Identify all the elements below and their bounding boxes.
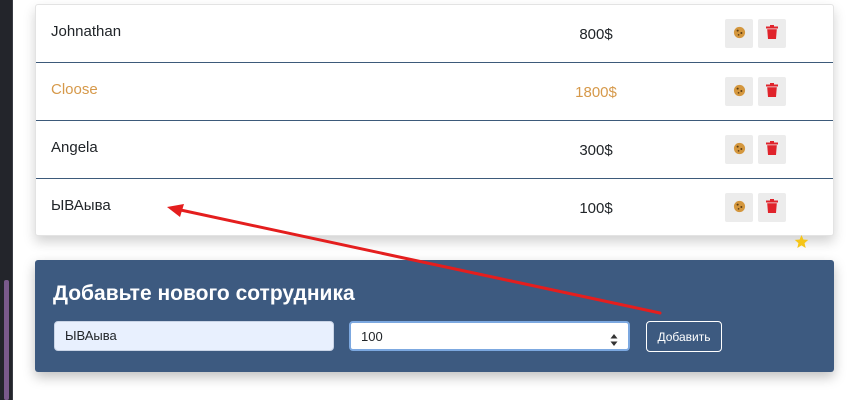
employee-name[interactable]: Johnathan — [51, 23, 121, 40]
trash-icon — [766, 199, 778, 216]
trash-icon — [766, 141, 778, 158]
add-employee-form: Добавьте нового сотрудника ЫВАыва 100 До… — [35, 260, 834, 372]
star-icon — [794, 234, 809, 254]
trash-icon — [766, 83, 778, 100]
employee-salary: 800$ — [579, 26, 613, 43]
name-input-value: ЫВАыва — [65, 328, 117, 343]
name-input[interactable]: ЫВАыва — [54, 321, 334, 351]
strip-scrollbar[interactable] — [4, 280, 9, 400]
add-button[interactable]: Добавить — [646, 321, 722, 352]
list-item: Johnathan 800$ — [36, 5, 833, 63]
trash-icon — [766, 25, 778, 42]
employee-list: Johnathan 800$ Cloose 1800$ Angela 300$ … — [35, 4, 834, 236]
delete-button[interactable] — [758, 135, 786, 164]
form-title: Добавьте нового сотрудника — [53, 282, 355, 305]
cookie-button[interactable] — [725, 135, 753, 164]
list-item: ЫВАыва 100$ — [36, 179, 833, 236]
spinner-icon[interactable] — [610, 329, 618, 357]
left-editor-strip — [0, 0, 13, 400]
cookie-icon — [733, 84, 746, 100]
salary-input[interactable]: 100 — [349, 321, 630, 351]
cookie-icon — [733, 142, 746, 158]
delete-button[interactable] — [758, 193, 786, 222]
employee-salary: 300$ — [579, 142, 613, 159]
employee-name[interactable]: ЫВАыва — [51, 197, 111, 214]
cookie-icon — [733, 26, 746, 42]
delete-button[interactable] — [758, 19, 786, 48]
delete-button[interactable] — [758, 77, 786, 106]
employee-salary: 100$ — [579, 200, 613, 217]
cookie-button[interactable] — [725, 19, 753, 48]
list-item: Cloose 1800$ — [36, 63, 833, 121]
cookie-button[interactable] — [725, 77, 753, 106]
employee-salary: 1800$ — [575, 84, 617, 101]
strip-divider — [12, 0, 13, 400]
list-item: Angela 300$ — [36, 121, 833, 179]
cookie-button[interactable] — [725, 193, 753, 222]
employee-name[interactable]: Angela — [51, 139, 98, 156]
salary-input-value: 100 — [361, 329, 383, 344]
cookie-icon — [733, 200, 746, 216]
employee-name[interactable]: Cloose — [51, 81, 98, 98]
